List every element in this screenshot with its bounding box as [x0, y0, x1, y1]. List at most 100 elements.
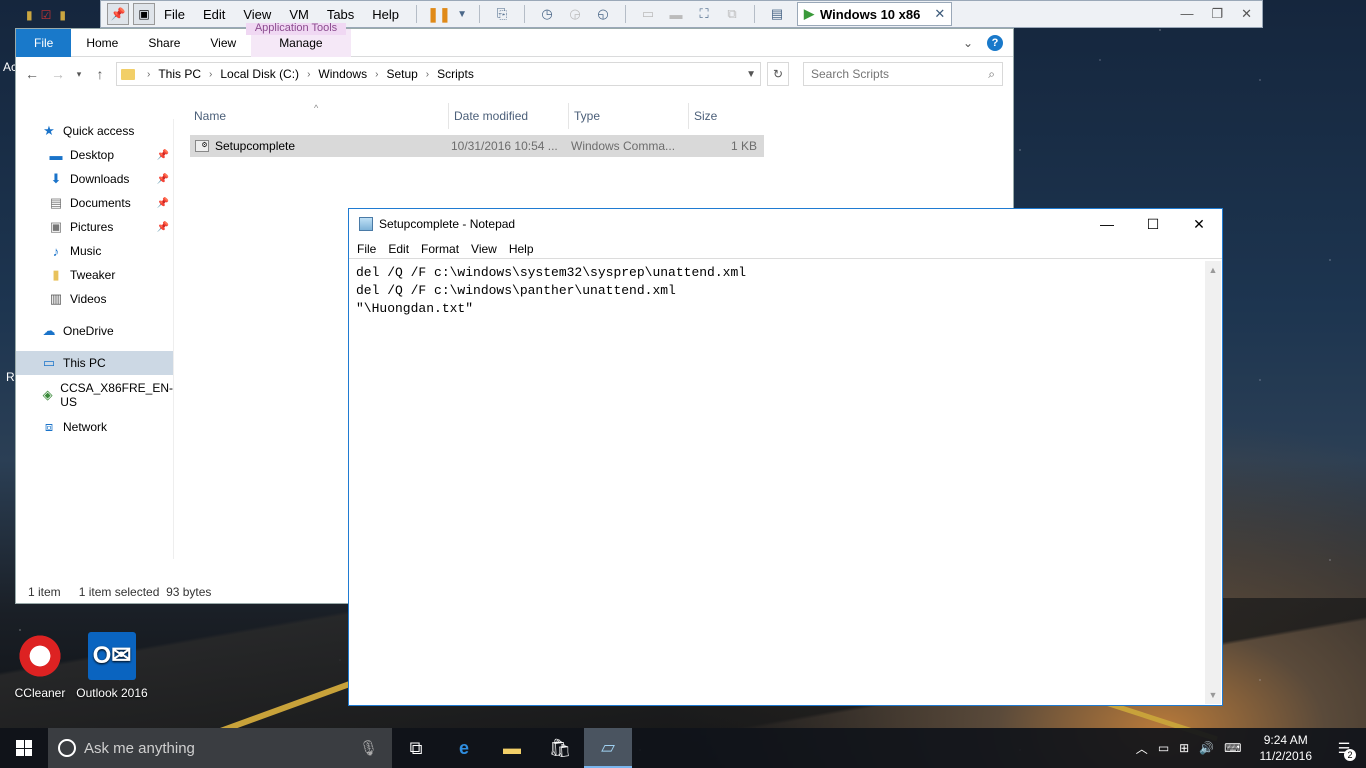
action-center-icon[interactable]: ☰ 2: [1330, 740, 1358, 761]
up-icon[interactable]: ↑: [90, 66, 110, 82]
scroll-down-icon[interactable]: ▼: [1209, 690, 1218, 700]
snapshot-manager-icon[interactable]: ◵: [592, 3, 614, 25]
close-tab-icon[interactable]: ✕: [934, 6, 945, 22]
back-icon[interactable]: ←: [22, 66, 42, 82]
breadcrumb-setup[interactable]: Setup: [386, 67, 417, 81]
network-icon[interactable]: ⊞: [1179, 741, 1189, 755]
nav-downloads[interactable]: ⬇ Downloads 📌: [16, 167, 173, 191]
nav-videos[interactable]: ▥ Videos: [16, 287, 173, 311]
vm-menu-file[interactable]: File: [155, 7, 194, 22]
tab-share[interactable]: Share: [133, 29, 195, 57]
vm-menu-vm[interactable]: VM: [280, 7, 318, 22]
chevron-right-icon[interactable]: ›: [422, 69, 433, 80]
properties-icon[interactable]: ☑: [41, 8, 52, 22]
close-icon[interactable]: ✕: [1176, 209, 1222, 239]
maximize-icon[interactable]: ☐: [1130, 209, 1176, 239]
vm-menu-view[interactable]: View: [234, 7, 280, 22]
breadcrumb-this-pc[interactable]: This PC: [158, 67, 201, 81]
tab-home[interactable]: Home: [71, 29, 133, 57]
pin-icon[interactable]: 📌: [157, 174, 169, 185]
chevron-down-icon[interactable]: ▼: [456, 3, 468, 25]
fullscreen-icon[interactable]: ⛶: [693, 3, 715, 25]
keyboard-icon[interactable]: ⌨: [1224, 741, 1241, 755]
menu-format[interactable]: Format: [415, 242, 465, 256]
nav-pictures[interactable]: ▣ Pictures 📌: [16, 215, 173, 239]
nav-music[interactable]: ♪ Music: [16, 239, 173, 263]
column-name[interactable]: Name ^: [189, 103, 449, 129]
unity-icon[interactable]: ⧉: [721, 3, 743, 25]
pause-icon[interactable]: ❚❚: [427, 3, 450, 25]
power-icon[interactable]: ▭: [1158, 741, 1169, 755]
microphone-icon[interactable]: 🎙: [359, 739, 378, 757]
desktop-icon-outlook[interactable]: O✉ Outlook 2016: [72, 632, 152, 700]
forward-icon[interactable]: →: [48, 66, 68, 82]
tab-file[interactable]: File: [16, 28, 72, 57]
nav-documents[interactable]: ▤ Documents 📌: [16, 191, 173, 215]
close-icon[interactable]: ✕: [1241, 6, 1252, 22]
task-view-icon[interactable]: ⧉: [392, 728, 440, 768]
chevron-right-icon[interactable]: ›: [143, 69, 154, 80]
column-date[interactable]: Date modified: [449, 103, 569, 129]
help-icon[interactable]: ?: [987, 35, 1003, 51]
snapshot-icon[interactable]: ◷: [536, 3, 558, 25]
vm-tab[interactable]: ▶ Windows 10 x86 ✕: [797, 2, 953, 26]
refresh-icon[interactable]: ↻: [767, 62, 789, 86]
breadcrumb-windows[interactable]: Windows: [318, 67, 367, 81]
pin-icon[interactable]: 📌: [157, 150, 169, 161]
table-row[interactable]: ⚙ Setupcomplete 10/31/2016 10:54 ... Win…: [190, 135, 764, 157]
expand-ribbon-icon[interactable]: ⌄: [963, 36, 973, 50]
tab-view-icon[interactable]: ▤: [766, 3, 788, 25]
search-input[interactable]: [811, 67, 971, 81]
restore-icon[interactable]: ❐: [1211, 6, 1223, 22]
folder-icon[interactable]: ▮: [26, 8, 33, 22]
vm-menu-help[interactable]: Help: [363, 7, 408, 22]
file-explorer-icon[interactable]: ▬: [488, 728, 536, 768]
minimize-icon[interactable]: —: [1084, 209, 1130, 239]
nav-onedrive[interactable]: ☁ OneDrive: [16, 319, 173, 343]
pin-icon[interactable]: 📌: [157, 222, 169, 233]
store-icon[interactable]: 🛍: [536, 728, 584, 768]
volume-icon[interactable]: 🔊: [1199, 741, 1214, 755]
chevron-right-icon[interactable]: ›: [205, 69, 216, 80]
menu-edit[interactable]: Edit: [382, 242, 415, 256]
revert-snapshot-icon[interactable]: ◶: [564, 3, 586, 25]
scroll-up-icon[interactable]: ▲: [1209, 265, 1218, 275]
address-bar[interactable]: › This PC › Local Disk (C:) › Windows › …: [116, 62, 761, 86]
notepad-text-area[interactable]: del /Q /F c:\windows\system32\sysprep\un…: [350, 261, 1205, 704]
column-size[interactable]: Size: [689, 103, 763, 129]
nav-network[interactable]: ⧈ Network: [16, 415, 173, 439]
chevron-up-icon[interactable]: ︿: [1136, 740, 1148, 757]
pin-icon[interactable]: 📌: [157, 198, 169, 209]
column-type[interactable]: Type: [569, 103, 689, 129]
edge-browser-icon[interactable]: e: [440, 728, 488, 768]
send-ctrl-alt-del-icon[interactable]: ⎘: [491, 3, 513, 25]
breadcrumb-scripts[interactable]: Scripts: [437, 67, 474, 81]
menu-help[interactable]: Help: [503, 242, 540, 256]
notepad-titlebar[interactable]: Setupcomplete - Notepad — ☐ ✕: [349, 209, 1222, 239]
vmware-logo-icon[interactable]: ▣: [133, 3, 155, 25]
nav-dvd-drive[interactable]: ◈ CCSA_X86FRE_EN-US: [16, 381, 173, 409]
breadcrumb-local-disk[interactable]: Local Disk (C:): [220, 67, 299, 81]
vertical-scrollbar[interactable]: ▲ ▼: [1205, 261, 1221, 704]
chevron-right-icon[interactable]: ›: [371, 69, 382, 80]
nav-tweaker[interactable]: ▮ Tweaker: [16, 263, 173, 287]
library-icon[interactable]: ▭: [637, 3, 659, 25]
nav-quick-access[interactable]: ★ Quick access: [16, 119, 173, 143]
new-folder-icon[interactable]: ▮: [59, 8, 66, 22]
nav-this-pc[interactable]: ▭ This PC: [16, 351, 173, 375]
desktop-icon-ccleaner[interactable]: CCleaner: [0, 632, 80, 700]
vm-menu-tabs[interactable]: Tabs: [318, 7, 363, 22]
chevron-down-icon[interactable]: ▼: [746, 69, 756, 80]
recent-locations-icon[interactable]: ▾: [74, 69, 84, 80]
chevron-right-icon[interactable]: ›: [303, 69, 314, 80]
console-view-icon[interactable]: ▬: [665, 3, 687, 25]
clock[interactable]: 9:24 AM 11/2/2016: [1252, 732, 1321, 764]
tab-view[interactable]: View: [195, 29, 251, 57]
notepad-taskbar-icon[interactable]: ▱: [584, 728, 632, 768]
minimize-icon[interactable]: —: [1180, 6, 1193, 22]
cortana-search-box[interactable]: Ask me anything 🎙: [48, 728, 392, 768]
nav-desktop[interactable]: ▬ Desktop 📌: [16, 143, 173, 167]
menu-view[interactable]: View: [465, 242, 503, 256]
menu-file[interactable]: File: [351, 242, 382, 256]
start-button[interactable]: [0, 728, 48, 768]
